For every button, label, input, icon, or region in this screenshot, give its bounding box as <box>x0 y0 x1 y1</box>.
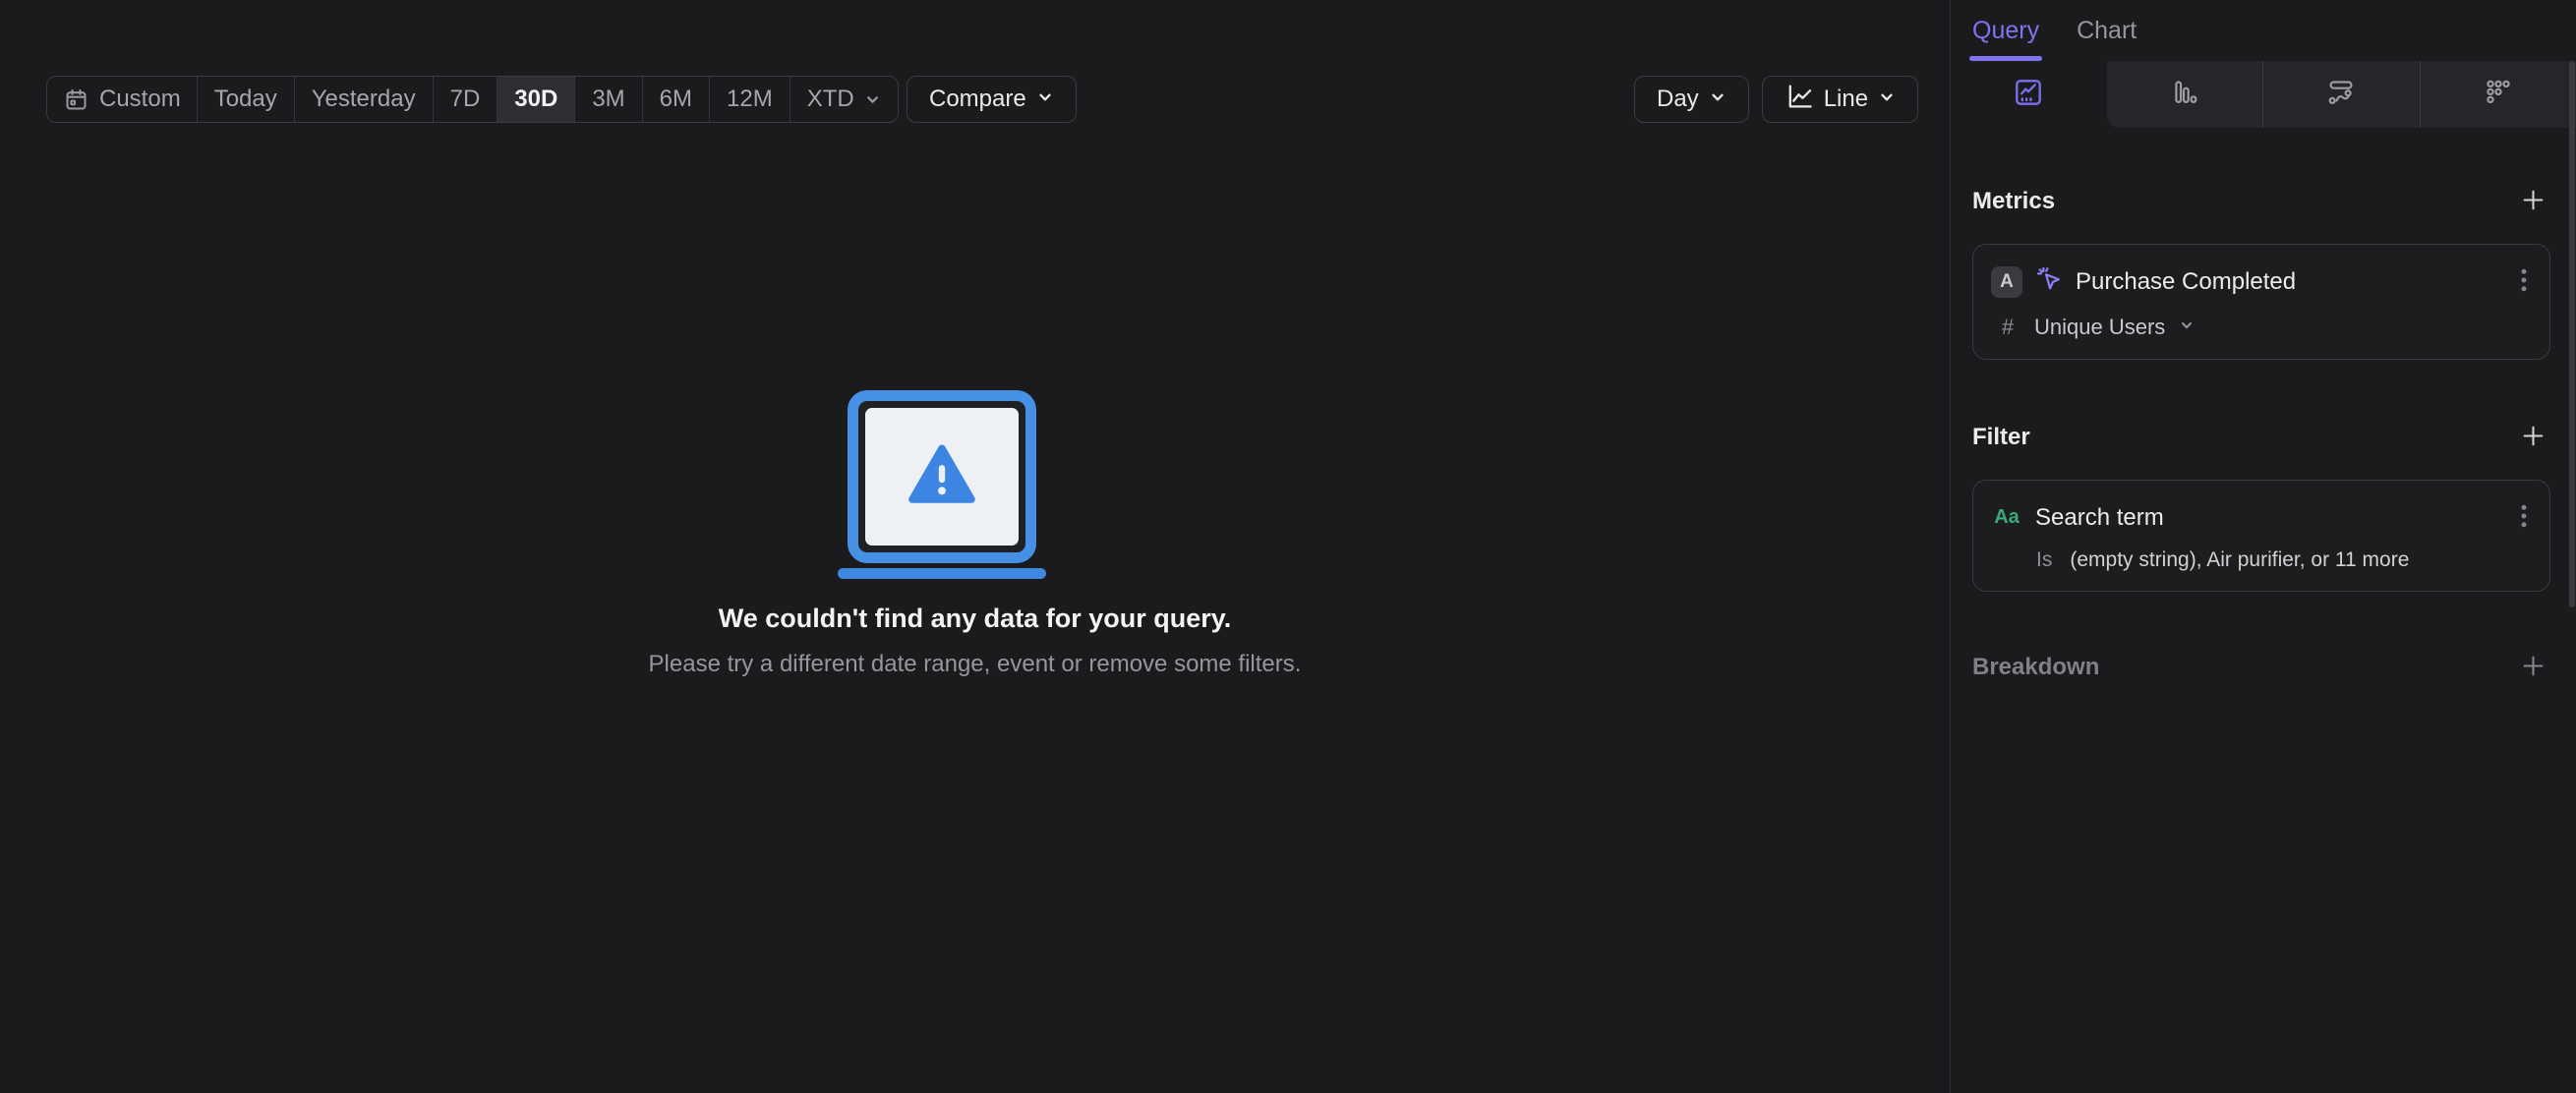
filter-card[interactable]: Aa Search term Is (empty string), Air pu… <box>1972 480 2550 592</box>
sidebar-tab-bar: Query Chart <box>1951 0 2576 61</box>
filter-operator: Is <box>2036 548 2053 571</box>
date-range-label: 3M <box>592 86 625 112</box>
metric-options-button[interactable] <box>2516 261 2532 302</box>
date-range-label: Today <box>213 86 277 112</box>
granularity-label: Day <box>1657 86 1699 112</box>
flow-icon <box>2325 77 2357 113</box>
metric-card[interactable]: A Purchase Completed # Unique Users <box>1972 244 2550 360</box>
main-canvas: Custom Today Yesterday 7D 30D 3M 6M 12M … <box>0 0 1950 1093</box>
chevron-down-icon <box>1709 86 1727 113</box>
kebab-menu-icon <box>2520 501 2528 534</box>
metrics-section-header: Metrics <box>1972 183 2550 220</box>
metric-event-name: Purchase Completed <box>2076 267 2297 295</box>
aggregation-label: Unique Users <box>2034 315 2166 339</box>
metrics-grid-icon <box>2483 77 2514 113</box>
bar-chart-icon <box>2169 77 2200 113</box>
date-range-30d[interactable]: 30D <box>497 77 575 122</box>
tab-query-label: Query <box>1972 16 2040 44</box>
plus-icon <box>2520 423 2547 452</box>
date-range-label: Yesterday <box>311 86 416 112</box>
granularity-dropdown[interactable]: Day <box>1634 76 1749 123</box>
filter-section-header: Filter <box>1972 419 2550 456</box>
tab-query[interactable]: Query <box>1968 0 2043 61</box>
date-range-xtd[interactable]: XTD <box>789 77 898 122</box>
filter-title: Filter <box>1972 424 2030 450</box>
chevron-down-icon <box>1036 86 1054 113</box>
view-tab-insights[interactable] <box>1951 61 2107 128</box>
date-range-control: Custom Today Yesterday 7D 30D 3M 6M 12M … <box>46 76 899 123</box>
breakdown-title: Breakdown <box>1972 654 2100 680</box>
kebab-menu-icon <box>2520 265 2528 298</box>
date-range-custom[interactable]: Custom <box>47 77 197 122</box>
event-icon <box>2035 265 2063 298</box>
chart-type-label: Line <box>1823 86 1869 112</box>
date-range-label: XTD <box>806 86 854 112</box>
hash-icon: # <box>2001 315 2015 339</box>
warning-triangle-icon <box>907 443 976 511</box>
date-range-label: 7D <box>449 86 481 112</box>
filter-value-selector[interactable]: Is (empty string), Air purifier, or 11 m… <box>1991 548 2532 572</box>
plus-icon <box>2520 653 2547 682</box>
line-chart-icon <box>1785 82 1814 118</box>
chevron-down-icon <box>864 91 881 108</box>
plus-icon <box>2520 187 2547 216</box>
view-tab-bar-chart[interactable] <box>2106 61 2262 128</box>
laptop-illustration <box>837 390 1046 579</box>
empty-state: We couldn't find any data for your query… <box>0 390 1950 678</box>
insights-line-chart-icon <box>2013 77 2044 113</box>
series-badge: A <box>1991 265 2022 298</box>
string-property-icon: Aa <box>1994 506 2020 528</box>
chevron-down-icon <box>2179 317 2195 338</box>
metric-aggregation-dropdown[interactable]: # Unique Users <box>1991 315 2532 340</box>
filter-property-row[interactable]: Aa Search term <box>1991 497 2532 538</box>
chart-controls: Day Line <box>1634 76 1919 123</box>
chevron-down-icon <box>1878 86 1896 113</box>
tab-chart[interactable]: Chart <box>2077 0 2137 61</box>
query-builder-sidebar: Query Chart Metrics A Purchase Completed… <box>1950 0 2576 1093</box>
metric-event-row[interactable]: A Purchase Completed <box>1991 261 2532 302</box>
add-filter-button[interactable] <box>2516 419 2550 456</box>
add-breakdown-button[interactable] <box>2516 649 2550 686</box>
filter-options-button[interactable] <box>2516 497 2532 538</box>
compare-button[interactable]: Compare <box>907 76 1077 123</box>
date-range-label: Custom <box>99 86 181 112</box>
date-range-label: 30D <box>514 86 558 112</box>
breakdown-section-header: Breakdown <box>1972 649 2550 686</box>
date-range-today[interactable]: Today <box>196 77 294 122</box>
empty-state-title: We couldn't find any data for your query… <box>718 604 1232 633</box>
filter-value: (empty string), Air purifier, or 11 more <box>2070 548 2410 571</box>
chart-type-dropdown[interactable]: Line <box>1761 76 1919 123</box>
date-range-yesterday[interactable]: Yesterday <box>293 77 433 122</box>
view-tab-metrics-grid[interactable] <box>2419 61 2576 128</box>
visualization-tab-bar <box>1951 61 2576 128</box>
date-range-3m[interactable]: 3M <box>574 77 641 122</box>
metrics-title: Metrics <box>1972 188 2056 214</box>
compare-label: Compare <box>929 86 1026 112</box>
tab-chart-label: Chart <box>2077 16 2137 44</box>
date-range-6m[interactable]: 6M <box>641 77 709 122</box>
date-range-label: 6M <box>659 86 692 112</box>
date-range-12m[interactable]: 12M <box>709 77 790 122</box>
view-tab-flow[interactable] <box>2262 61 2420 128</box>
add-metric-button[interactable] <box>2516 183 2550 220</box>
calendar-icon <box>63 86 89 113</box>
date-range-7d[interactable]: 7D <box>432 77 498 122</box>
date-range-label: 12M <box>727 86 773 112</box>
empty-state-subtitle: Please try a different date range, event… <box>648 651 1302 677</box>
sidebar-scrollbar[interactable] <box>2569 61 2575 607</box>
filter-property-name: Search term <box>2035 503 2164 531</box>
